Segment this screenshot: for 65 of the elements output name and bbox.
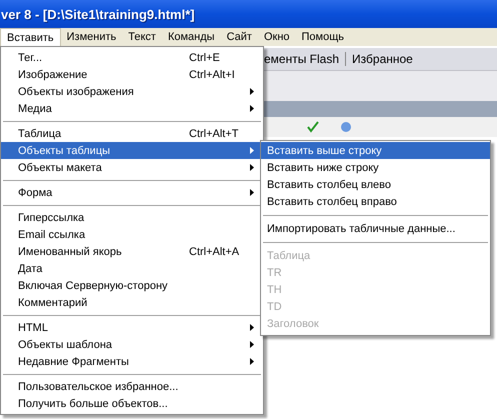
menu-item-label: Именованный якорь [18,246,122,258]
menu-item[interactable]: Объекты шаблона [1,336,263,353]
menu-bar-item[interactable]: Текст [122,28,162,46]
menu-item[interactable]: Включая Серверную-сторону [1,277,263,294]
menu-item[interactable]: Дата [1,260,263,277]
menu-item-label: Дата [18,262,42,274]
menu-item-label: Гиперссылка [18,212,84,224]
submenu-arrow-icon [250,105,254,112]
menu-item-label: Таблица [18,128,62,140]
menu-item-label: Объекты изображения [18,86,134,98]
submenu-arrow-icon [250,88,254,95]
menu-item-label: Объекты таблицы [18,144,110,156]
submenu-arrow-icon [250,189,254,196]
menu-item-label: Включая Серверную-сторону [18,280,168,292]
window-title: ver 8 - [D:\Site1\training9.html*] [0,6,195,22]
submenu-arrow-icon [250,164,254,171]
shortcut-label: Ctrl+Alt+A [189,246,240,258]
menu-item[interactable]: Изображение Ctrl+Alt+I [1,66,263,83]
menu-item[interactable]: Вставить ниже строку [261,159,490,176]
menu-bar-item[interactable]: Помощь [296,28,350,46]
menu-item-label: Недавние Фрагменты [18,356,129,368]
menu-item-label: Форма [18,186,52,198]
shortcut-label: Ctrl+Alt+T [189,128,239,140]
menu-item[interactable]: Гиперссылка [1,209,263,226]
menu-bar-item[interactable]: Команды [162,28,221,46]
menu-item-label: Пользовательское избранное... [18,380,178,392]
submenu-arrow-icon [250,358,254,365]
menu-item-label: Тег... [18,52,42,64]
menu-item-label: Объекты шаблона [18,338,112,350]
menu-item[interactable]: Пользовательское избранное... [1,378,263,395]
menu-item[interactable]: HTML [1,319,263,336]
menu-item[interactable]: Форма [1,184,263,201]
menu-item[interactable]: Медиа [1,100,263,117]
menu-item[interactable]: Комментарий [1,294,263,311]
check-icon[interactable] [306,121,320,133]
shortcut-label: Ctrl+Alt+I [189,68,235,80]
menu-item[interactable]: Получить больше объектов... [1,395,263,412]
menu-item[interactable]: Вставить столбец вправо [261,193,490,210]
menu-bar-item[interactable]: Окно [258,28,296,46]
menu-item-label: Изображение [18,68,88,80]
menu-item[interactable]: Вставить столбец влево [261,176,490,193]
menu-item-label: Email ссылка [18,228,86,240]
menu-bar-item[interactable]: Сайт [220,28,258,46]
menu-item-label: Комментарий [18,296,88,308]
menu-item[interactable]: Объекты таблицы [1,142,263,159]
submenu-arrow-icon [250,324,254,331]
menu-item-label: Получить больше объектов... [18,398,168,410]
menu-item[interactable]: Вставить выше строку [261,142,490,159]
menu-bar-item[interactable]: Изменить [60,28,122,46]
menu-item[interactable]: Недавние Фрагменты [1,353,263,370]
submenu-arrow-icon [250,341,254,348]
menu-item[interactable]: Таблица Ctrl+Alt+T [1,125,263,142]
menu-item[interactable]: Тег... Ctrl+E [1,49,263,66]
shortcut-label: Ctrl+E [189,52,220,64]
submenu-arrow-icon [250,147,254,154]
menu-item-label: HTML [18,322,48,334]
menu-item[interactable]: Именованный якорь Ctrl+Alt+A [1,243,263,260]
menu-item-label: Объекты макета [18,162,102,174]
menu-item[interactable]: Email ссылка [1,226,263,243]
menu-item[interactable]: Объекты изображения [1,83,263,100]
menu-bar-item[interactable]: Вставить [0,28,61,46]
menu-item[interactable]: Импортировать табличные данные... [261,220,490,237]
insert-bar-tab[interactable]: Избранное [346,52,419,66]
menu-item[interactable]: Объекты макета [1,159,263,176]
menu-item-label: Медиа [18,102,52,114]
